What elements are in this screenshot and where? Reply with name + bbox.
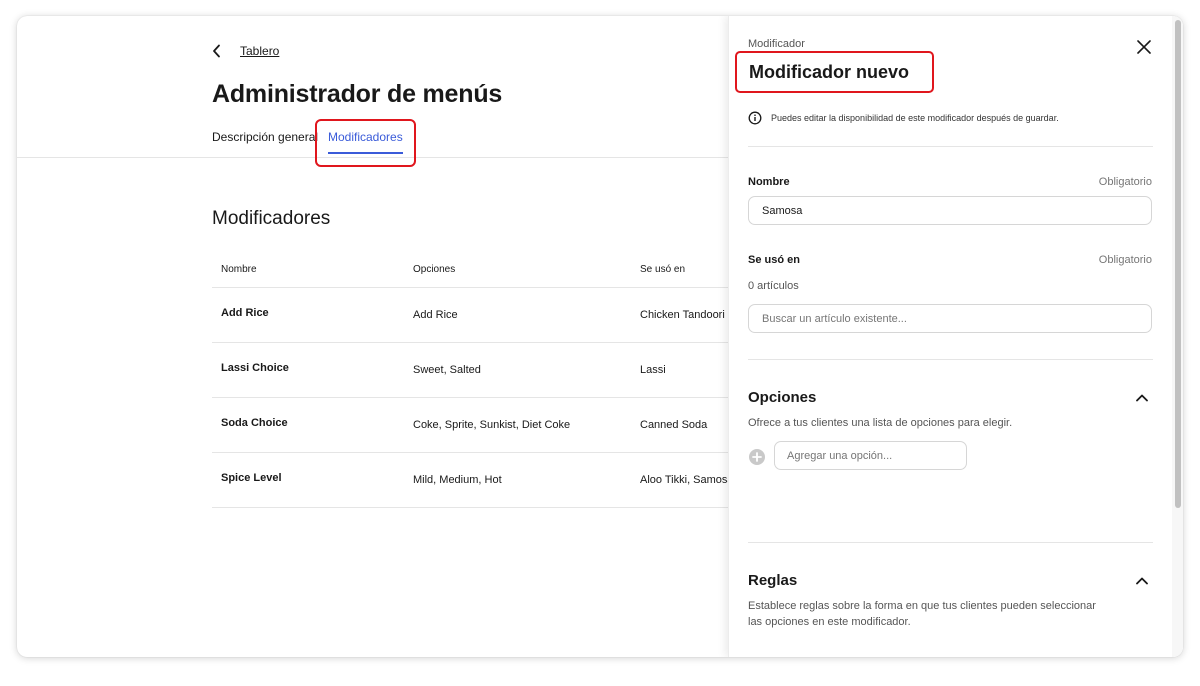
back-link[interactable]: Tablero	[212, 42, 279, 60]
name-required-label: Obligatorio	[1098, 176, 1152, 188]
cell-options: Coke, Sprite, Sunkist, Diet Coke	[413, 419, 571, 431]
add-circle-icon[interactable]	[748, 448, 766, 466]
table-row[interactable]: Add Rice Add Rice Chicken Tandoori	[212, 288, 732, 343]
cell-used-in: Chicken Tandoori	[640, 309, 725, 321]
cell-options: Add Rice	[413, 309, 458, 321]
scrollbar-thumb[interactable]	[1175, 20, 1181, 508]
used-in-required-label: Obligatorio	[1098, 254, 1152, 266]
panel-kicker: Modificador	[748, 38, 805, 50]
options-section-title: Opciones	[748, 389, 817, 406]
divider	[748, 359, 1153, 360]
column-header-used-in: Se usó en	[640, 264, 686, 275]
name-input[interactable]: Samosa	[748, 196, 1152, 225]
used-in-field-label: Se usó en	[748, 254, 800, 266]
cell-used-in: Lassi	[640, 364, 666, 376]
modifier-side-panel: Modificador Modificador nuevo Puedes edi…	[728, 16, 1183, 657]
cell-used-in: Aloo Tikki, Samosa	[640, 474, 732, 486]
back-link-label: Tablero	[240, 44, 280, 58]
rules-description: Establece reglas sobre la forma en que t…	[748, 598, 1096, 630]
divider	[748, 146, 1153, 147]
cell-options: Sweet, Salted	[413, 364, 481, 376]
section-title: Modificadores	[212, 208, 331, 229]
table-header: Nombre Opciones Se usó en	[212, 252, 732, 288]
panel-scrollbar[interactable]	[1172, 16, 1183, 657]
column-header-name: Nombre	[221, 264, 257, 275]
highlight-box-tab	[315, 119, 416, 167]
column-header-options: Opciones	[413, 264, 456, 275]
name-field-label: Nombre	[748, 176, 790, 188]
cell-options: Mild, Medium, Hot	[413, 474, 502, 486]
cell-used-in: Canned Soda	[640, 419, 708, 431]
table-row[interactable]: Soda Choice Coke, Sprite, Sunkist, Diet …	[212, 398, 732, 453]
cell-name: Soda Choice	[221, 416, 288, 429]
cell-name: Spice Level	[221, 471, 282, 484]
rules-description-line: las opciones en este modificador.	[748, 616, 911, 628]
info-text: Puedes editar la disponibilidad de este …	[771, 113, 1059, 123]
cell-name: Add Rice	[221, 306, 269, 319]
highlight-box-title	[735, 51, 934, 93]
close-icon[interactable]	[1133, 36, 1155, 58]
add-option-input[interactable]: Agregar una opción...	[774, 441, 967, 470]
table-row[interactable]: Spice Level Mild, Medium, Hot Aloo Tikki…	[212, 453, 732, 508]
table-row[interactable]: Lassi Choice Sweet, Salted Lassi	[212, 343, 732, 398]
rules-description-line: Establece reglas sobre la forma en que t…	[748, 600, 1096, 612]
chevron-up-icon[interactable]	[1133, 389, 1151, 407]
app-window: Tablero Administrador de menús Descripci…	[17, 16, 1183, 657]
used-in-count: 0 artículos	[748, 280, 799, 292]
options-description: Ofrece a tus clientes una lista de opcio…	[748, 417, 1013, 429]
tab-overview[interactable]: Descripción general	[212, 130, 328, 154]
rules-section-title: Reglas	[748, 572, 798, 589]
info-icon	[748, 111, 762, 125]
chevron-left-icon	[212, 42, 232, 60]
page-title: Administrador de menús	[212, 80, 503, 108]
divider	[748, 542, 1153, 543]
item-search-input[interactable]: Buscar un artículo existente...	[748, 304, 1152, 333]
cell-name: Lassi Choice	[221, 361, 289, 374]
info-notice: Puedes editar la disponibilidad de este …	[748, 111, 1059, 125]
modifiers-table: Nombre Opciones Se usó en Add Rice Add R…	[212, 252, 732, 508]
chevron-up-icon[interactable]	[1133, 572, 1151, 590]
